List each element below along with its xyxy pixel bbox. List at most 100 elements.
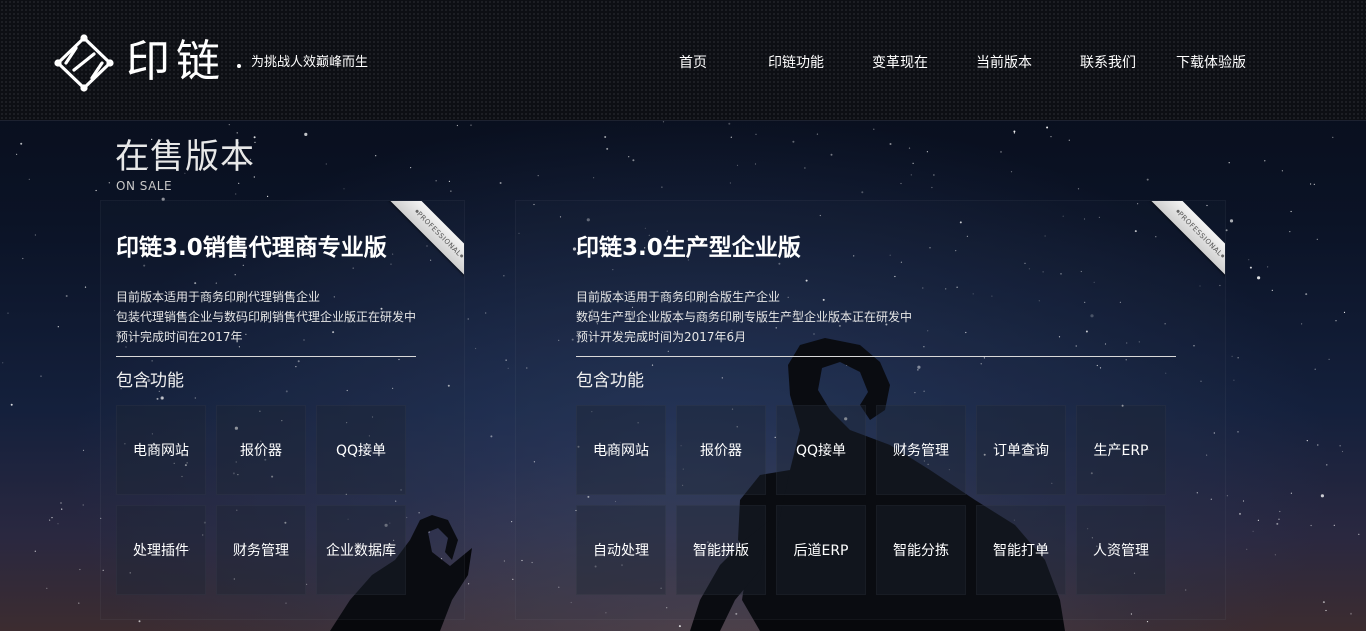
star: [512, 578, 514, 580]
feature-tile[interactable]: 智能拼版: [676, 505, 766, 595]
star: [34, 550, 36, 552]
star: [933, 174, 935, 176]
star: [1249, 266, 1252, 269]
star: [79, 568, 81, 571]
star: [1248, 259, 1250, 261]
feature-tile[interactable]: QQ接单: [776, 405, 866, 495]
feature-tile[interactable]: QQ接单: [316, 405, 406, 495]
star: [804, 167, 806, 169]
product-card-sales-agent: PROFESSIONAL 印链3.0销售代理商专业版 目前版本适用于商务印刷代理…: [100, 200, 465, 620]
feature-tile[interactable]: 后道ERP: [776, 505, 866, 595]
star: [40, 375, 42, 377]
star: [499, 182, 502, 184]
star: [1257, 276, 1261, 280]
star: [926, 151, 929, 153]
star: [632, 159, 635, 162]
star: [1271, 289, 1273, 291]
feature-tile[interactable]: 财务管理: [216, 505, 306, 595]
star: [1242, 500, 1245, 502]
star: [979, 625, 981, 628]
star: [467, 318, 469, 320]
star: [1317, 444, 1319, 446]
star: [1301, 323, 1303, 325]
star: [343, 188, 345, 190]
star: [448, 180, 450, 182]
star: [1310, 183, 1312, 185]
nav-home[interactable]: 首页: [679, 52, 707, 74]
star: [931, 186, 933, 189]
feature-tile[interactable]: 智能打单: [976, 505, 1066, 595]
star: [1231, 355, 1233, 357]
star: [51, 517, 53, 519]
star: [505, 359, 507, 361]
star: [78, 602, 80, 604]
star: [1146, 621, 1149, 623]
star: [1290, 492, 1292, 494]
star: [1332, 136, 1334, 138]
star: [1013, 132, 1016, 134]
star: [1252, 530, 1254, 532]
star: [889, 143, 892, 145]
feature-tile[interactable]: 自动处理: [576, 505, 666, 595]
star: [57, 326, 59, 328]
nav-current-version[interactable]: 当前版本: [976, 52, 1032, 74]
star: [238, 182, 240, 184]
star: [60, 502, 62, 504]
feature-tile[interactable]: 处理插件: [116, 505, 206, 595]
feature-tile[interactable]: 报价器: [676, 405, 766, 495]
nav-download-trial[interactable]: 下载体验版: [1176, 52, 1246, 74]
nav-features[interactable]: 印链功能: [768, 52, 824, 74]
product-title: 印链3.0生产型企业版: [576, 235, 801, 261]
star: [830, 153, 833, 156]
star: [1328, 358, 1330, 360]
star: [1325, 609, 1327, 612]
star: [507, 367, 509, 369]
star: [10, 403, 13, 406]
star: [228, 124, 230, 126]
product-description: 目前版本适用于商务印刷合版生产企业 数码生产型企业版本与商务印刷专版生产型企业版…: [576, 287, 912, 347]
star: [1239, 512, 1241, 515]
nav-transform[interactable]: 变革现在: [872, 52, 928, 74]
star: [503, 560, 505, 562]
star: [1146, 178, 1149, 181]
star: [816, 133, 819, 135]
feature-tile[interactable]: 人资管理: [1076, 505, 1166, 595]
star: [900, 182, 902, 185]
star: [728, 122, 731, 125]
star: [34, 234, 37, 236]
star: [1229, 219, 1234, 223]
star: [375, 155, 377, 157]
star: [28, 178, 30, 180]
star: [108, 182, 110, 184]
star: [736, 164, 739, 166]
star: [908, 147, 911, 149]
star: [1237, 431, 1239, 433]
star: [470, 124, 472, 126]
star: [82, 449, 85, 451]
star: [730, 136, 732, 138]
page: 印链 为挑战人效巅峰而生 首页 印链功能 变革现在 当前版本 联系我们 下载体验…: [0, 0, 1366, 631]
main-nav: 首页 印链功能 变革现在 当前版本 联系我们 下载体验版: [0, 52, 1366, 74]
star: [1320, 494, 1324, 498]
feature-tile[interactable]: 订单查询: [976, 405, 1066, 495]
feature-tile[interactable]: 企业数据库: [316, 505, 406, 595]
star: [1000, 150, 1002, 153]
feature-tile[interactable]: 报价器: [216, 405, 306, 495]
star: [754, 163, 757, 165]
section-subtitle: ON SALE: [116, 179, 173, 193]
feature-tile[interactable]: 生产ERP: [1076, 405, 1166, 495]
star: [1077, 188, 1080, 190]
feature-tile[interactable]: 电商网站: [576, 405, 666, 495]
feature-tile[interactable]: 财务管理: [876, 405, 966, 495]
nav-contact[interactable]: 联系我们: [1080, 52, 1136, 74]
star: [1316, 238, 1318, 240]
star: [604, 136, 607, 138]
feature-tile[interactable]: 电商网站: [116, 405, 206, 495]
feature-tile[interactable]: 智能分拣: [876, 505, 966, 595]
star: [2, 362, 4, 364]
product-title: 印链3.0销售代理商专业版: [116, 235, 387, 261]
star: [1226, 495, 1228, 497]
star: [16, 153, 18, 155]
star: [861, 191, 864, 194]
star: [82, 504, 84, 506]
